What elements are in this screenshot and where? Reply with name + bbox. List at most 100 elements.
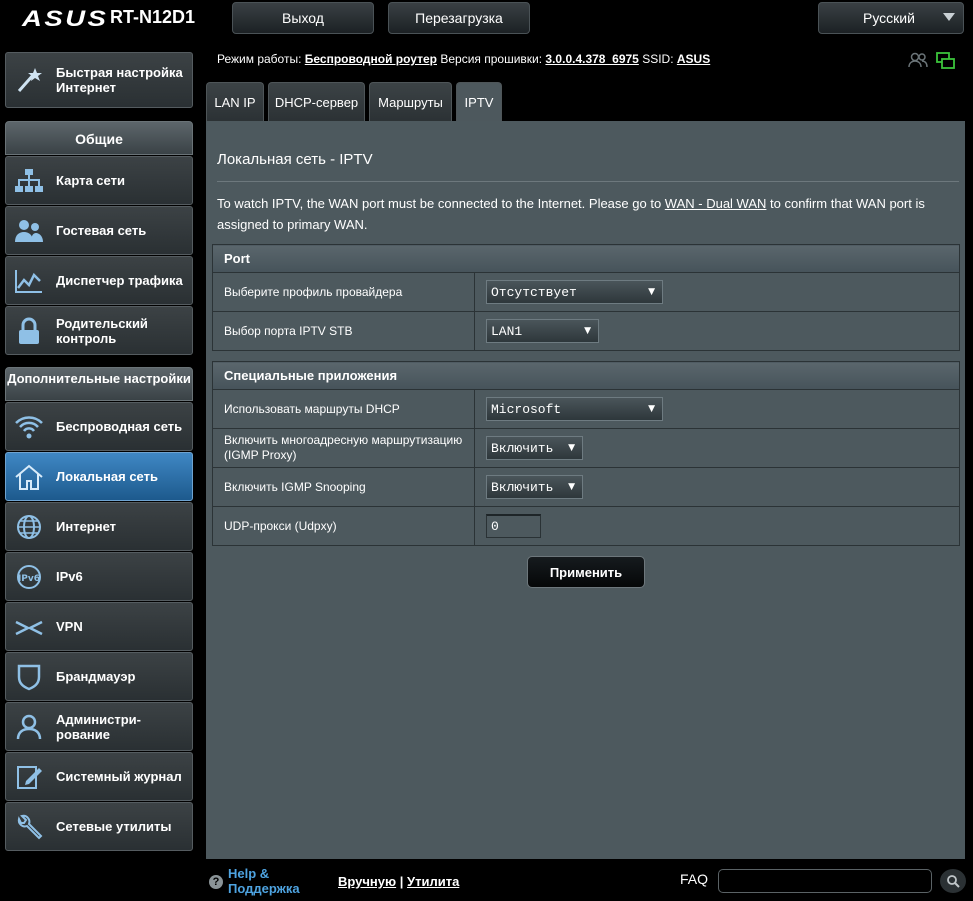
nav-label: Администри-рование <box>56 711 141 742</box>
reboot-button[interactable]: Перезагрузка <box>388 2 530 34</box>
isp-profile-value: Отсутствует <box>491 284 577 300</box>
nav-traffic-manager[interactable]: Диспетчер трафика <box>5 256 193 305</box>
nav-label: Интернет <box>56 519 117 534</box>
igmp-proxy-value: Включить <box>491 440 554 456</box>
ssid-label: SSID: <box>642 52 674 66</box>
nav-firewall[interactable]: Брандмауэр <box>5 652 193 701</box>
nav-label: Сетевые утилиты <box>56 819 172 834</box>
table-row: Использовать маршруты DHCP Microsoft ▼ <box>212 389 960 429</box>
nav-parental-control[interactable]: Родительский контроль <box>5 306 193 355</box>
traffic-manager-icon <box>14 266 44 296</box>
firewall-shield-icon <box>14 662 44 692</box>
udpxy-label: UDP-прокси (Udpxy) <box>212 506 475 546</box>
dropdown-arrow-icon: ▼ <box>648 287 655 297</box>
admin-user-icon <box>14 712 44 742</box>
port-section-header: Port <box>212 244 960 273</box>
help-icon: ? <box>209 875 223 889</box>
nav-system-log[interactable]: Системный журнал <box>5 752 193 801</box>
nav-network-tools[interactable]: Сетевые утилиты <box>5 802 193 851</box>
language-label: Русский <box>863 10 915 26</box>
table-row: Выберите профиль провайдера Отсутствует … <box>212 272 960 312</box>
svg-text:IPv6: IPv6 <box>18 574 40 584</box>
help-line-2: Поддержка <box>228 881 300 896</box>
footer-links: Вручную | Утилита <box>338 874 459 889</box>
network-map-icon <box>14 166 44 196</box>
iptv-stb-port-select[interactable]: LAN1 ▼ <box>486 319 599 343</box>
nav-label: Диспетчер трафика <box>56 273 183 288</box>
quick-setup-button[interactable]: Быстрая настройка Интернет <box>5 52 193 108</box>
igmp-snooping-select[interactable]: Включить ▼ <box>486 475 583 499</box>
mode-label: Режим работы: <box>217 52 302 66</box>
tab-lan-ip[interactable]: LAN IP <box>206 82 264 122</box>
dhcp-routes-select[interactable]: Microsoft ▼ <box>486 397 663 421</box>
udpxy-input[interactable]: 0 <box>486 514 541 538</box>
parental-control-icon <box>14 316 44 346</box>
nav-administration[interactable]: Администри-рование <box>5 702 193 751</box>
dhcp-routes-label: Использовать маршруты DHCP <box>212 389 475 429</box>
nav-lan[interactable]: Локальная сеть <box>5 452 193 501</box>
clients-icon[interactable] <box>908 52 928 75</box>
firmware-label: Версия прошивки: <box>440 52 543 66</box>
igmp-proxy-label: Включить многоадресную маршрутизацию (IG… <box>212 428 475 468</box>
help-support-link[interactable]: Help & Поддержка <box>228 866 300 896</box>
search-icon[interactable] <box>940 869 966 893</box>
tab-dhcp-server[interactable]: DHCP-сервер <box>268 82 365 122</box>
table-row: Выбор порта IPTV STB LAN1 ▼ <box>212 311 960 351</box>
port-settings-table: Port Выберите профиль провайдера Отсутст… <box>212 244 960 351</box>
nav-label: Гостевая сеть <box>56 223 147 238</box>
magic-wand-icon <box>14 65 44 95</box>
dropdown-arrow-icon: ▼ <box>584 326 591 336</box>
nav-label: VPN <box>56 619 83 634</box>
vpn-icon <box>14 612 44 642</box>
nav-label: IPv6 <box>56 569 83 584</box>
nav-wireless[interactable]: Беспроводная сеть <box>5 402 193 451</box>
nav-label: Брандмауэр <box>56 669 136 684</box>
igmp-proxy-select[interactable]: Включить ▼ <box>486 436 583 460</box>
wan-dual-wan-link[interactable]: WAN - Dual WAN <box>665 196 767 211</box>
tab-iptv[interactable]: IPTV <box>456 82 502 122</box>
table-row: UDP-прокси (Udpxy) 0 <box>212 506 960 546</box>
ssid-link[interactable]: ASUS <box>677 52 710 66</box>
iptv-stb-port-label: Выбор порта IPTV STB <box>212 311 475 351</box>
manual-link[interactable]: Вручную <box>338 874 396 889</box>
isp-profile-select[interactable]: Отсутствует ▼ <box>486 280 663 304</box>
router-model: RT-N12D1 <box>110 7 196 27</box>
system-log-icon <box>14 762 44 792</box>
faq-search-input[interactable] <box>718 869 932 893</box>
footer-separator: | <box>399 874 404 889</box>
description-text: To watch IPTV, the WAN port must be conn… <box>217 196 665 211</box>
nav-ipv6[interactable]: IPv6 IPv6 <box>5 552 193 601</box>
nav-internet[interactable]: Интернет <box>5 502 193 551</box>
igmp-snooping-label: Включить IGMP Snooping <box>212 467 475 507</box>
title-divider <box>217 181 959 182</box>
apply-button[interactable]: Применить <box>527 556 645 588</box>
mode-link[interactable]: Беспроводной роутер <box>305 52 437 66</box>
table-row: Включить многоадресную маршрутизацию (IG… <box>212 428 960 468</box>
tab-routes[interactable]: Маршруты <box>369 82 452 122</box>
dropdown-arrow-icon: ▼ <box>648 404 655 414</box>
network-tools-icon <box>14 812 44 842</box>
dropdown-arrow-icon: ▼ <box>568 482 575 492</box>
page-description: To watch IPTV, the WAN port must be conn… <box>217 193 959 235</box>
general-section-header: Общие <box>5 121 193 155</box>
nav-label: Родительский контроль <box>56 315 148 346</box>
special-apps-table: Специальные приложения Использовать марш… <box>212 361 960 546</box>
firmware-link[interactable]: 3.0.0.4.378_6975 <box>545 52 638 66</box>
igmp-snooping-value: Включить <box>491 479 554 495</box>
nav-label: Локальная сеть <box>56 469 158 484</box>
nav-network-map[interactable]: Карта сети <box>5 156 193 205</box>
dropdown-arrow-icon: ▼ <box>568 443 575 453</box>
status-line: Режим работы: Беспроводной роутер Версия… <box>217 52 710 66</box>
logout-button[interactable]: Выход <box>232 2 374 34</box>
wireless-icon <box>14 412 44 442</box>
globe-icon <box>14 512 44 542</box>
faq-label: FAQ <box>680 871 709 887</box>
utility-link[interactable]: Утилита <box>407 874 459 889</box>
special-apps-section-header: Специальные приложения <box>212 361 960 390</box>
nav-guest-network[interactable]: Гостевая сеть <box>5 206 193 255</box>
language-select[interactable]: Русский <box>818 2 964 34</box>
network-status-icon[interactable] <box>936 52 956 75</box>
nav-label: Системный журнал <box>56 769 182 784</box>
nav-vpn[interactable]: VPN <box>5 602 193 651</box>
iptv-stb-port-value: LAN1 <box>491 323 523 339</box>
